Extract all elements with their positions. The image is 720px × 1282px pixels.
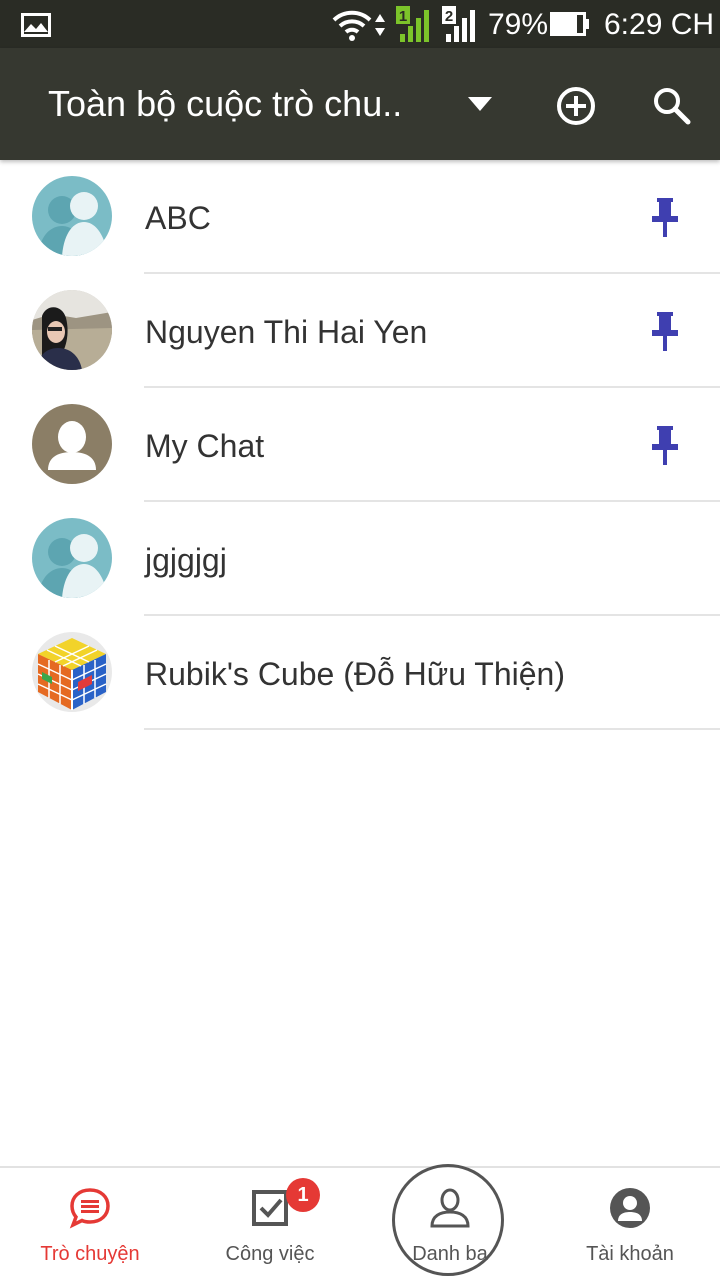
conversation-name: jgjgjgj: [145, 542, 227, 578]
contacts-icon: [430, 1188, 470, 1228]
group-avatar: [32, 518, 112, 598]
person-avatar: [32, 404, 112, 484]
conversation-row[interactable]: Nguyen Thi Hai Yen: [0, 274, 720, 388]
search-icon[interactable]: [650, 84, 694, 128]
sim2-signal-icon: 2: [442, 6, 480, 42]
task-count-badge: 1: [286, 1178, 320, 1212]
conversation-name: My Chat: [145, 428, 265, 464]
conversation-row[interactable]: jgjgjgj: [0, 502, 720, 616]
conversation-row[interactable]: My Chat: [0, 388, 720, 502]
rubik-avatar: [32, 632, 112, 712]
photo-avatar: [32, 290, 112, 370]
conversation-list: ABC Nguyen Thi Hai Yen My Chat jgjgjgj R…: [0, 160, 720, 730]
tab-chat[interactable]: Trò chuyện: [0, 1168, 180, 1282]
account-icon: [610, 1188, 650, 1228]
svg-text:1: 1: [399, 8, 407, 25]
tab-label: Tài khoản: [586, 1243, 674, 1265]
tab-label: Danh bạ: [412, 1243, 488, 1265]
conversation-filter-title[interactable]: Toàn bộ cuộc trò chu..: [48, 84, 418, 124]
gallery-icon: [21, 13, 51, 37]
tab-label: Công việc: [225, 1243, 315, 1265]
conversation-name: Rubik's Cube (Đỗ Hữu Thiện): [145, 656, 565, 692]
wifi-icon: [332, 10, 372, 41]
pin-icon[interactable]: [650, 196, 680, 238]
dropdown-icon[interactable]: [466, 94, 494, 114]
pin-icon[interactable]: [650, 424, 680, 466]
conversation-name: ABC: [145, 200, 211, 236]
tab-label: Trò chuyện: [40, 1243, 140, 1265]
battery-percent: 79%: [488, 8, 549, 41]
conversation-name: Nguyen Thi Hai Yen: [145, 314, 428, 350]
app-bar: Toàn bộ cuộc trò chu..: [0, 48, 720, 160]
clock: 6:29 CH: [604, 8, 715, 41]
svg-text:2: 2: [445, 8, 453, 25]
tab-contacts[interactable]: Danh bạ: [360, 1168, 540, 1282]
group-avatar: [32, 176, 112, 256]
conversation-row[interactable]: ABC: [0, 160, 720, 274]
data-arrows-icon: [375, 14, 385, 36]
status-bar: 1 2 79% 6:29 CH: [0, 0, 720, 48]
divider: [144, 728, 720, 730]
tab-tasks[interactable]: 1 Công việc: [180, 1168, 360, 1282]
battery-icon: [550, 12, 589, 36]
pin-icon[interactable]: [650, 310, 680, 352]
tab-account[interactable]: Tài khoản: [540, 1168, 720, 1282]
sim1-signal-icon: 1: [396, 6, 434, 42]
conversation-row[interactable]: Rubik's Cube (Đỗ Hữu Thiện): [0, 616, 720, 730]
chat-icon: [69, 1188, 110, 1229]
bottom-navigation: Trò chuyện 1 Công việc Danh bạ Tài khoản: [0, 1166, 720, 1282]
add-circle-icon[interactable]: [554, 84, 598, 128]
